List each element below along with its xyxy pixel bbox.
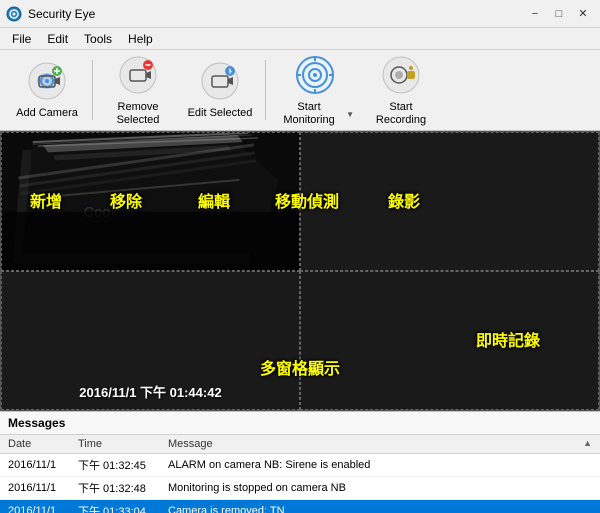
col-header-message[interactable]: Message ▲ [160, 435, 600, 454]
menu-edit[interactable]: Edit [39, 30, 76, 48]
app-content: Add Camera Remove Selected [0, 50, 600, 503]
msg-date-0: 2016/11/1 [0, 454, 70, 477]
add-camera-button[interactable]: Add Camera [8, 54, 86, 126]
remove-selected-icon [116, 53, 160, 97]
titlebar-title: Security Eye [28, 7, 95, 21]
sep-2 [265, 60, 266, 120]
msg-text-2: Camera is removed: TN [160, 500, 600, 513]
msg-time-1: 下午 01:32:48 [70, 477, 160, 500]
titlebar-left: Security Eye [6, 6, 95, 22]
start-recording-label: Start Recording [366, 101, 436, 127]
camera-feed-1: Coo [2, 133, 299, 270]
remove-selected-label: Remove Selected [103, 101, 173, 127]
remove-selected-button[interactable]: Remove Selected [99, 54, 177, 126]
toolbar: Add Camera Remove Selected [0, 50, 600, 131]
sep-1 [92, 60, 93, 120]
video-grid: Coo 2016/11/1 下午 01:44:42 [0, 131, 600, 411]
app-icon [6, 6, 22, 22]
edit-selected-button[interactable]: Edit Selected [181, 54, 259, 126]
menu-help[interactable]: Help [120, 30, 161, 48]
menu-tools[interactable]: Tools [76, 30, 120, 48]
messages-header: Messages [0, 412, 600, 435]
msg-date-2: 2016/11/1 [0, 500, 70, 513]
start-monitoring-label: Start Monitoring [276, 101, 342, 127]
video-cell-1: Coo [1, 132, 300, 271]
maximize-button[interactable]: □ [548, 5, 570, 23]
video-timestamp: 2016/11/1 下午 01:44:42 [79, 382, 221, 401]
monitoring-dropdown-arrow: ▼ [346, 110, 354, 119]
col-header-time[interactable]: Time [70, 435, 160, 454]
msg-date-1: 2016/11/1 [0, 477, 70, 500]
menu-file[interactable]: File [4, 30, 39, 48]
col-header-date[interactable]: Date [0, 435, 70, 454]
minimize-button[interactable]: − [524, 5, 546, 23]
video-cell-2 [300, 132, 599, 271]
titlebar-controls: − □ ✕ [524, 5, 594, 23]
messages-table: Date Time Message ▲ 2016/11/1 下午 01:32:4… [0, 435, 600, 513]
close-button[interactable]: ✕ [572, 5, 594, 23]
video-cell-4 [300, 271, 599, 410]
msg-text-1: Monitoring is stopped on camera NB [160, 477, 600, 500]
table-row[interactable]: 2016/11/1 下午 01:33:04 Camera is removed:… [0, 500, 600, 513]
messages-panel: Messages Date Time Message ▲ 2016/11/1 下… [0, 411, 600, 513]
add-camera-label: Add Camera [16, 107, 78, 120]
add-camera-icon [25, 59, 69, 103]
start-monitoring-button[interactable]: Start Monitoring ▼ [272, 54, 358, 126]
edit-selected-icon [198, 59, 242, 103]
messages-table-wrapper[interactable]: Date Time Message ▲ 2016/11/1 下午 01:32:4… [0, 435, 600, 513]
msg-text-0: ALARM on camera NB: Sirene is enabled [160, 454, 600, 477]
menubar: File Edit Tools Help [0, 28, 600, 50]
titlebar: Security Eye − □ ✕ [0, 0, 600, 28]
msg-time-0: 下午 01:32:45 [70, 454, 160, 477]
video-area: Coo 2016/11/1 下午 01:44:42 多窗格顯示 即時記錄 [0, 131, 600, 411]
edit-selected-label: Edit Selected [188, 107, 253, 120]
table-row[interactable]: 2016/11/1 下午 01:32:48 Monitoring is stop… [0, 477, 600, 500]
start-monitoring-icon [293, 53, 337, 97]
video-cell-3: 2016/11/1 下午 01:44:42 [1, 271, 300, 410]
table-row[interactable]: 2016/11/1 下午 01:32:45 ALARM on camera NB… [0, 454, 600, 477]
start-recording-icon [379, 53, 423, 97]
start-recording-button[interactable]: Start Recording [362, 54, 440, 126]
msg-time-2: 下午 01:33:04 [70, 500, 160, 513]
sort-icon: ▲ [583, 438, 592, 448]
